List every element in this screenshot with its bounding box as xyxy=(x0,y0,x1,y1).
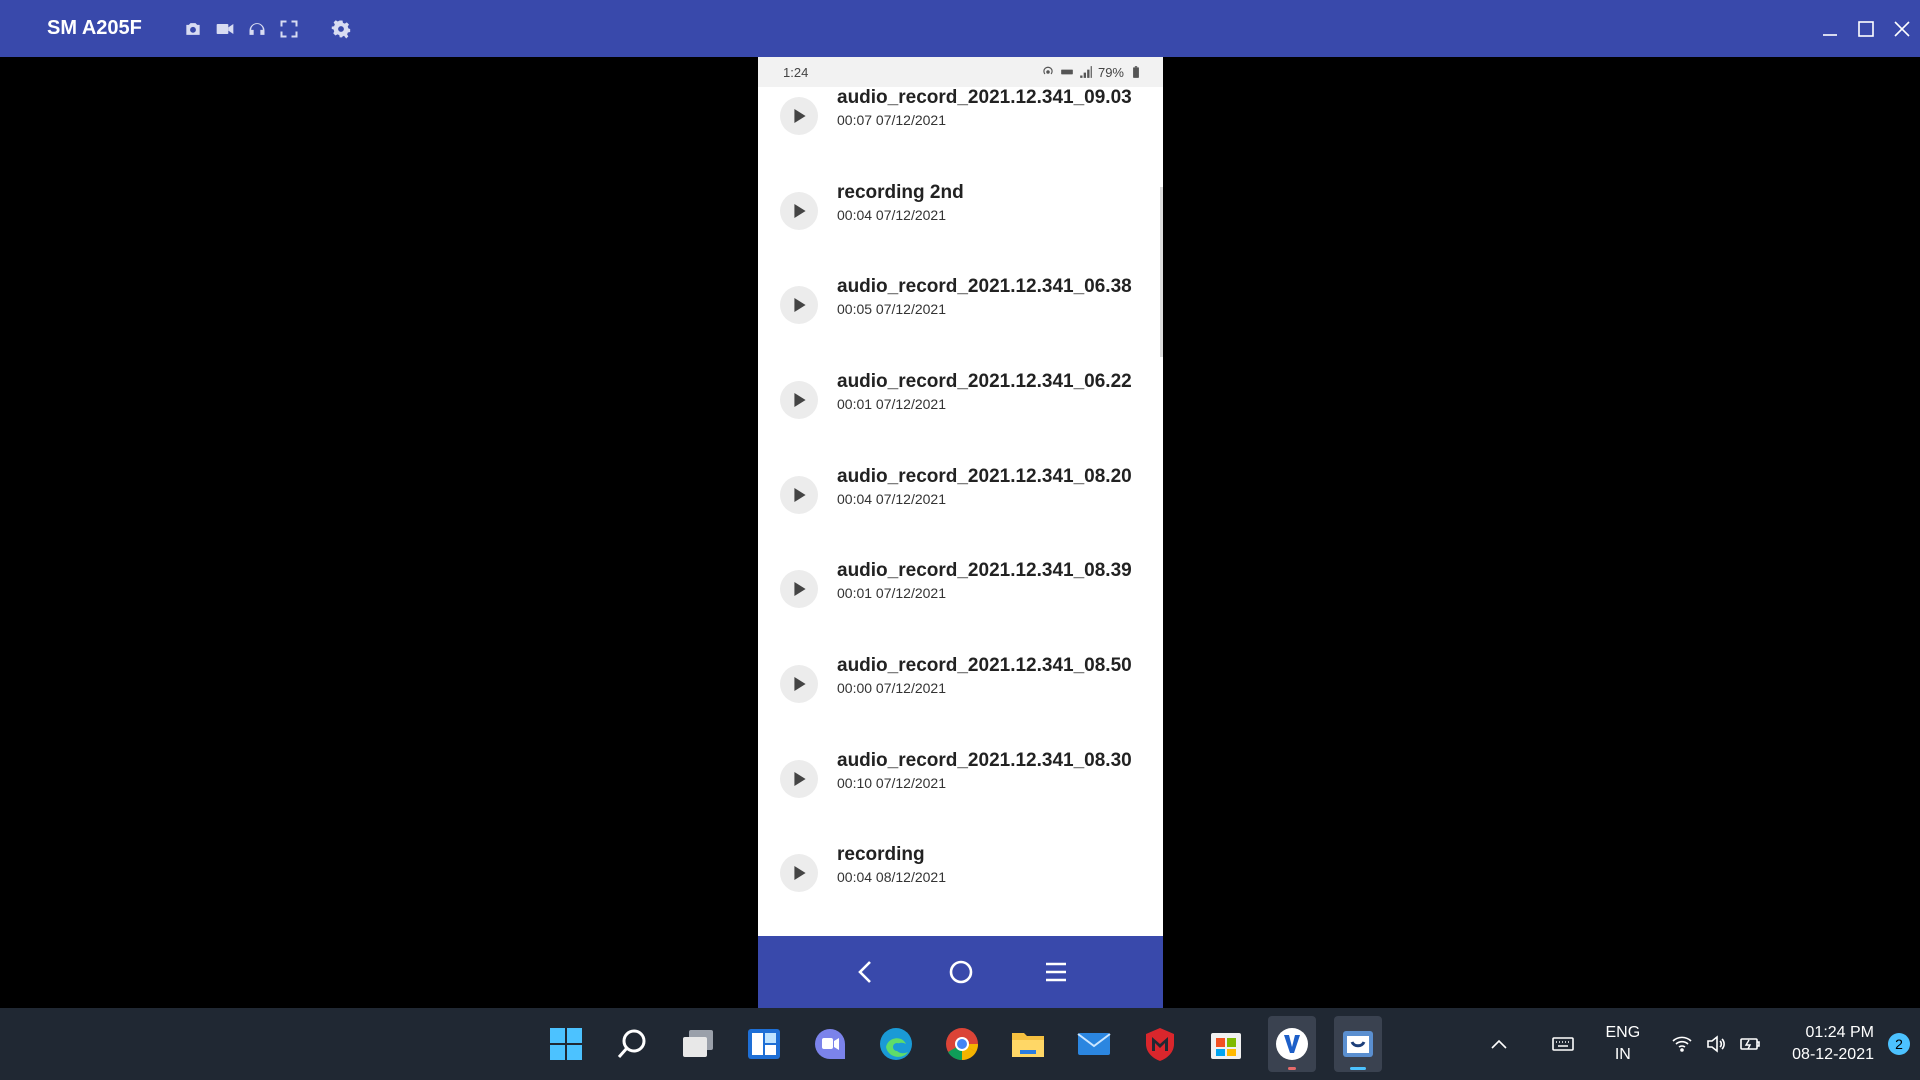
screen-recorder-app-icon[interactable] xyxy=(1268,1016,1316,1072)
recording-meta: 00:07 07/12/2021 xyxy=(837,112,946,128)
play-icon[interactable] xyxy=(780,381,818,419)
battery-percent: 79% xyxy=(1097,64,1124,80)
play-icon[interactable] xyxy=(780,570,818,608)
list-item[interactable]: audio_record_2021.12.341_06.38 00:05 07/… xyxy=(758,276,1158,336)
recording-name: audio_record_2021.12.341_09.03 xyxy=(837,87,1132,108)
mirror-menu-icon[interactable] xyxy=(1036,952,1076,992)
recording-name: audio_record_2021.12.341_08.30 xyxy=(837,750,1132,771)
recording-name: recording 2nd xyxy=(837,182,964,203)
wifi-icon[interactable] xyxy=(1665,1027,1699,1061)
recording-meta: 00:01 07/12/2021 xyxy=(837,585,946,601)
system-tray: ENG IN 01:24 PM 08-12-2021 2 xyxy=(1482,1008,1920,1080)
battery-charging-icon[interactable] xyxy=(1733,1027,1767,1061)
scrollbar[interactable] xyxy=(1160,187,1163,357)
fullscreen-icon[interactable] xyxy=(278,18,300,40)
mail-icon[interactable] xyxy=(1070,1016,1118,1072)
list-item[interactable]: audio_record_2021.12.341_08.50 00:00 07/… xyxy=(758,655,1158,715)
list-item[interactable]: audio_record_2021.12.341_06.22 00:01 07/… xyxy=(758,371,1158,431)
list-item[interactable]: audio_record_2021.12.341_08.20 00:04 07/… xyxy=(758,466,1158,526)
recording-name: audio_record_2021.12.341_08.50 xyxy=(837,655,1132,676)
phone-status-bar: 1:24 79% xyxy=(758,57,1163,87)
list-item[interactable]: recording 00:04 08/12/2021 xyxy=(758,844,1158,904)
phone-screen: 1:24 79% audio_record_2021.12.341_09.03 … xyxy=(758,57,1163,1007)
recording-meta: 00:04 08/12/2021 xyxy=(837,869,946,885)
window-controls xyxy=(1812,0,1920,57)
clock[interactable]: 01:24 PM 08-12-2021 xyxy=(1792,1022,1874,1066)
volte-icon xyxy=(1061,69,1073,75)
language-code: ENG xyxy=(1605,1024,1641,1041)
recordings-list[interactable]: audio_record_2021.12.341_09.03 00:07 07/… xyxy=(758,87,1163,947)
recording-name: recording xyxy=(837,844,925,865)
language-indicator[interactable]: ENG IN xyxy=(1605,1022,1640,1066)
recording-name: audio_record_2021.12.341_06.22 xyxy=(837,371,1132,392)
list-item[interactable]: audio_record_2021.12.341_08.30 00:10 07/… xyxy=(758,750,1158,810)
notification-badge[interactable]: 2 xyxy=(1888,1033,1910,1055)
play-icon[interactable] xyxy=(780,665,818,703)
start-button[interactable] xyxy=(542,1016,590,1072)
video-icon[interactable] xyxy=(214,18,236,40)
play-icon[interactable] xyxy=(780,476,818,514)
status-time: 1:24 xyxy=(783,64,809,80)
maximize-icon[interactable] xyxy=(1848,0,1884,57)
settings-gear-icon[interactable] xyxy=(330,18,352,40)
search-icon[interactable] xyxy=(608,1016,656,1072)
play-icon[interactable] xyxy=(780,192,818,230)
recording-name: audio_record_2021.12.341_08.39 xyxy=(837,560,1132,581)
status-icons: 79% xyxy=(1041,65,1143,80)
camera-icon[interactable] xyxy=(182,18,204,40)
mirror-home-icon[interactable] xyxy=(941,952,981,992)
recording-meta: 00:00 07/12/2021 xyxy=(837,680,946,696)
mirror-navigation-bar xyxy=(758,936,1163,1008)
play-icon[interactable] xyxy=(780,854,818,892)
mirror-toolbar xyxy=(182,18,352,40)
play-icon[interactable] xyxy=(780,760,818,798)
minimize-icon[interactable] xyxy=(1812,0,1848,57)
app-running-indicator xyxy=(1288,1067,1296,1070)
list-item[interactable]: recording 2nd 00:04 07/12/2021 xyxy=(758,182,1158,242)
list-item[interactable]: audio_record_2021.12.341_09.03 00:07 07/… xyxy=(758,87,1158,147)
recording-meta: 00:04 07/12/2021 xyxy=(837,207,946,223)
show-hidden-icons-icon[interactable] xyxy=(1482,1027,1516,1061)
headphones-icon[interactable] xyxy=(246,18,268,40)
volume-icon[interactable] xyxy=(1699,1027,1733,1061)
teams-chat-icon[interactable] xyxy=(806,1016,854,1072)
hotspot-icon xyxy=(1043,66,1053,75)
play-icon[interactable] xyxy=(780,286,818,324)
region-code: IN xyxy=(1614,1046,1631,1063)
widgets-icon[interactable] xyxy=(740,1016,788,1072)
battery-icon xyxy=(1133,66,1139,78)
edge-browser-icon[interactable] xyxy=(872,1016,920,1072)
mcafee-icon[interactable] xyxy=(1136,1016,1184,1072)
device-name: SM A205F xyxy=(47,17,142,39)
recording-meta: 00:01 07/12/2021 xyxy=(837,396,946,412)
app-active-indicator xyxy=(1350,1067,1366,1070)
recording-meta: 00:10 07/12/2021 xyxy=(837,775,946,791)
recording-meta: 00:04 07/12/2021 xyxy=(837,491,946,507)
taskbar-apps xyxy=(542,1008,1382,1080)
chrome-icon[interactable] xyxy=(938,1016,986,1072)
close-icon[interactable] xyxy=(1884,0,1920,57)
task-view-icon[interactable] xyxy=(674,1016,722,1072)
mirror-back-icon[interactable] xyxy=(846,952,886,992)
list-item[interactable]: audio_record_2021.12.341_08.39 00:01 07/… xyxy=(758,560,1158,620)
signal-icon xyxy=(1080,66,1092,78)
recording-name: audio_record_2021.12.341_08.20 xyxy=(837,466,1132,487)
recording-meta: 00:05 07/12/2021 xyxy=(837,301,946,317)
windows-taskbar: ENG IN 01:24 PM 08-12-2021 2 xyxy=(0,1008,1920,1080)
phone-mirror-app-icon[interactable] xyxy=(1334,1016,1382,1072)
play-icon[interactable] xyxy=(780,97,818,135)
recording-name: audio_record_2021.12.341_06.38 xyxy=(837,276,1132,297)
file-explorer-icon[interactable] xyxy=(1004,1016,1052,1072)
microsoft-store-icon[interactable] xyxy=(1202,1016,1250,1072)
clock-time: 01:24 PM xyxy=(1805,1024,1874,1041)
mirror-title-bar: SM A205F xyxy=(0,0,1920,57)
touch-keyboard-icon[interactable] xyxy=(1546,1027,1580,1061)
clock-date: 08-12-2021 xyxy=(1792,1046,1874,1063)
